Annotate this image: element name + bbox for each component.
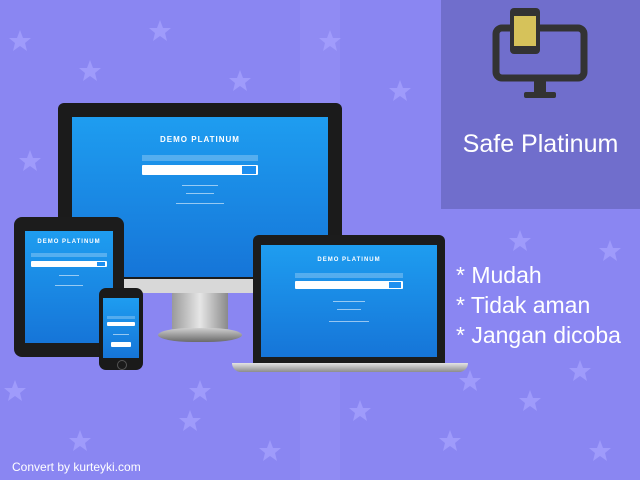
feature-item-mudah: * Mudah [456, 262, 542, 288]
monitor-base [158, 328, 242, 342]
feature-item-jangan-dicoba: * Jangan dicoba [456, 322, 621, 348]
laptop-mockup: DEMO PLATINUM [253, 235, 445, 363]
demo-title: DEMO PLATINUM [160, 135, 240, 144]
demo-title: DEMO PLATINUM [37, 239, 101, 245]
panel-title: Safe Platinum [462, 130, 619, 158]
demo-title: DEMO PLATINUM [317, 257, 381, 263]
tablet-monitor-icon [492, 8, 588, 98]
phone-home-button [117, 360, 127, 370]
laptop-screen: DEMO PLATINUM [261, 245, 437, 357]
credit-text: Convert by kurteyki.com [12, 460, 141, 474]
monitor-stand [172, 293, 228, 329]
phone-mockup [99, 288, 143, 370]
feature-item-tidak-aman: * Tidak aman [456, 292, 591, 318]
laptop-base [232, 363, 468, 372]
phone-screen [103, 298, 139, 358]
